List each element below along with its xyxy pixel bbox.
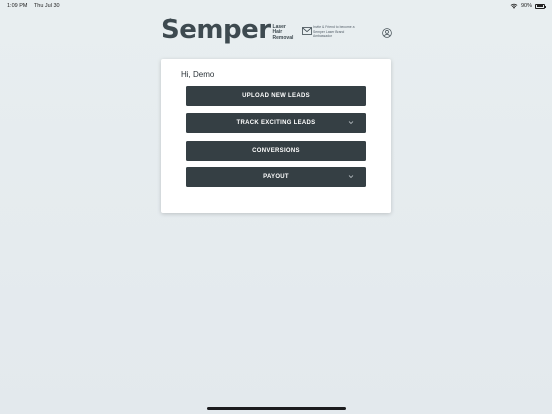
status-bar: 1:09 PM Thu Jul 30 90% xyxy=(0,0,552,12)
chevron-down-icon xyxy=(348,174,354,179)
logo-registered-mark: ® xyxy=(169,17,172,22)
chevron-down-icon xyxy=(348,120,354,125)
payout-button[interactable]: PAYOUT xyxy=(186,167,366,187)
track-exciting-leads-button[interactable]: TRACK EXCITING LEADS xyxy=(186,113,366,133)
upload-new-leads-button[interactable]: UPLOAD NEW LEADS xyxy=(186,86,366,106)
button-label: UPLOAD NEW LEADS xyxy=(242,93,310,99)
status-time: 1:09 PM xyxy=(7,3,28,9)
logo-sub-line: Removal xyxy=(272,34,294,41)
greeting: Hi, Demo xyxy=(181,70,215,79)
header: ® Semper Laser Hair Removal Invite & Fri… xyxy=(0,14,552,50)
button-label: TRACK EXCITING LEADS xyxy=(236,120,316,126)
mail-icon[interactable] xyxy=(302,27,312,35)
semper-logo[interactable]: ® Semper Laser Hair Removal xyxy=(161,17,293,43)
dashboard-card: Hi, Demo UPLOAD NEW LEADS TRACK EXCITING… xyxy=(161,59,391,213)
user-icon[interactable] xyxy=(382,28,392,38)
wifi-icon xyxy=(510,3,518,9)
battery-percent: 90% xyxy=(520,3,532,9)
status-date: Thu Jul 30 xyxy=(33,3,60,9)
battery-icon xyxy=(535,3,546,9)
home-indicator[interactable] xyxy=(207,407,346,410)
conversions-button[interactable]: CONVERSIONS xyxy=(186,141,366,161)
status-left: 1:09 PM Thu Jul 30 xyxy=(7,3,65,9)
button-label: CONVERSIONS xyxy=(252,148,300,154)
invite-friend-link[interactable]: Invite & Friend to become a Semper Laser… xyxy=(313,25,371,39)
button-label: PAYOUT xyxy=(263,174,289,180)
logo-word: Semper xyxy=(161,15,271,45)
logo-subtitle: Laser Hair Removal xyxy=(272,24,294,41)
status-right: 90% xyxy=(510,3,546,9)
invite-text-line: Ambassador xyxy=(313,34,333,39)
